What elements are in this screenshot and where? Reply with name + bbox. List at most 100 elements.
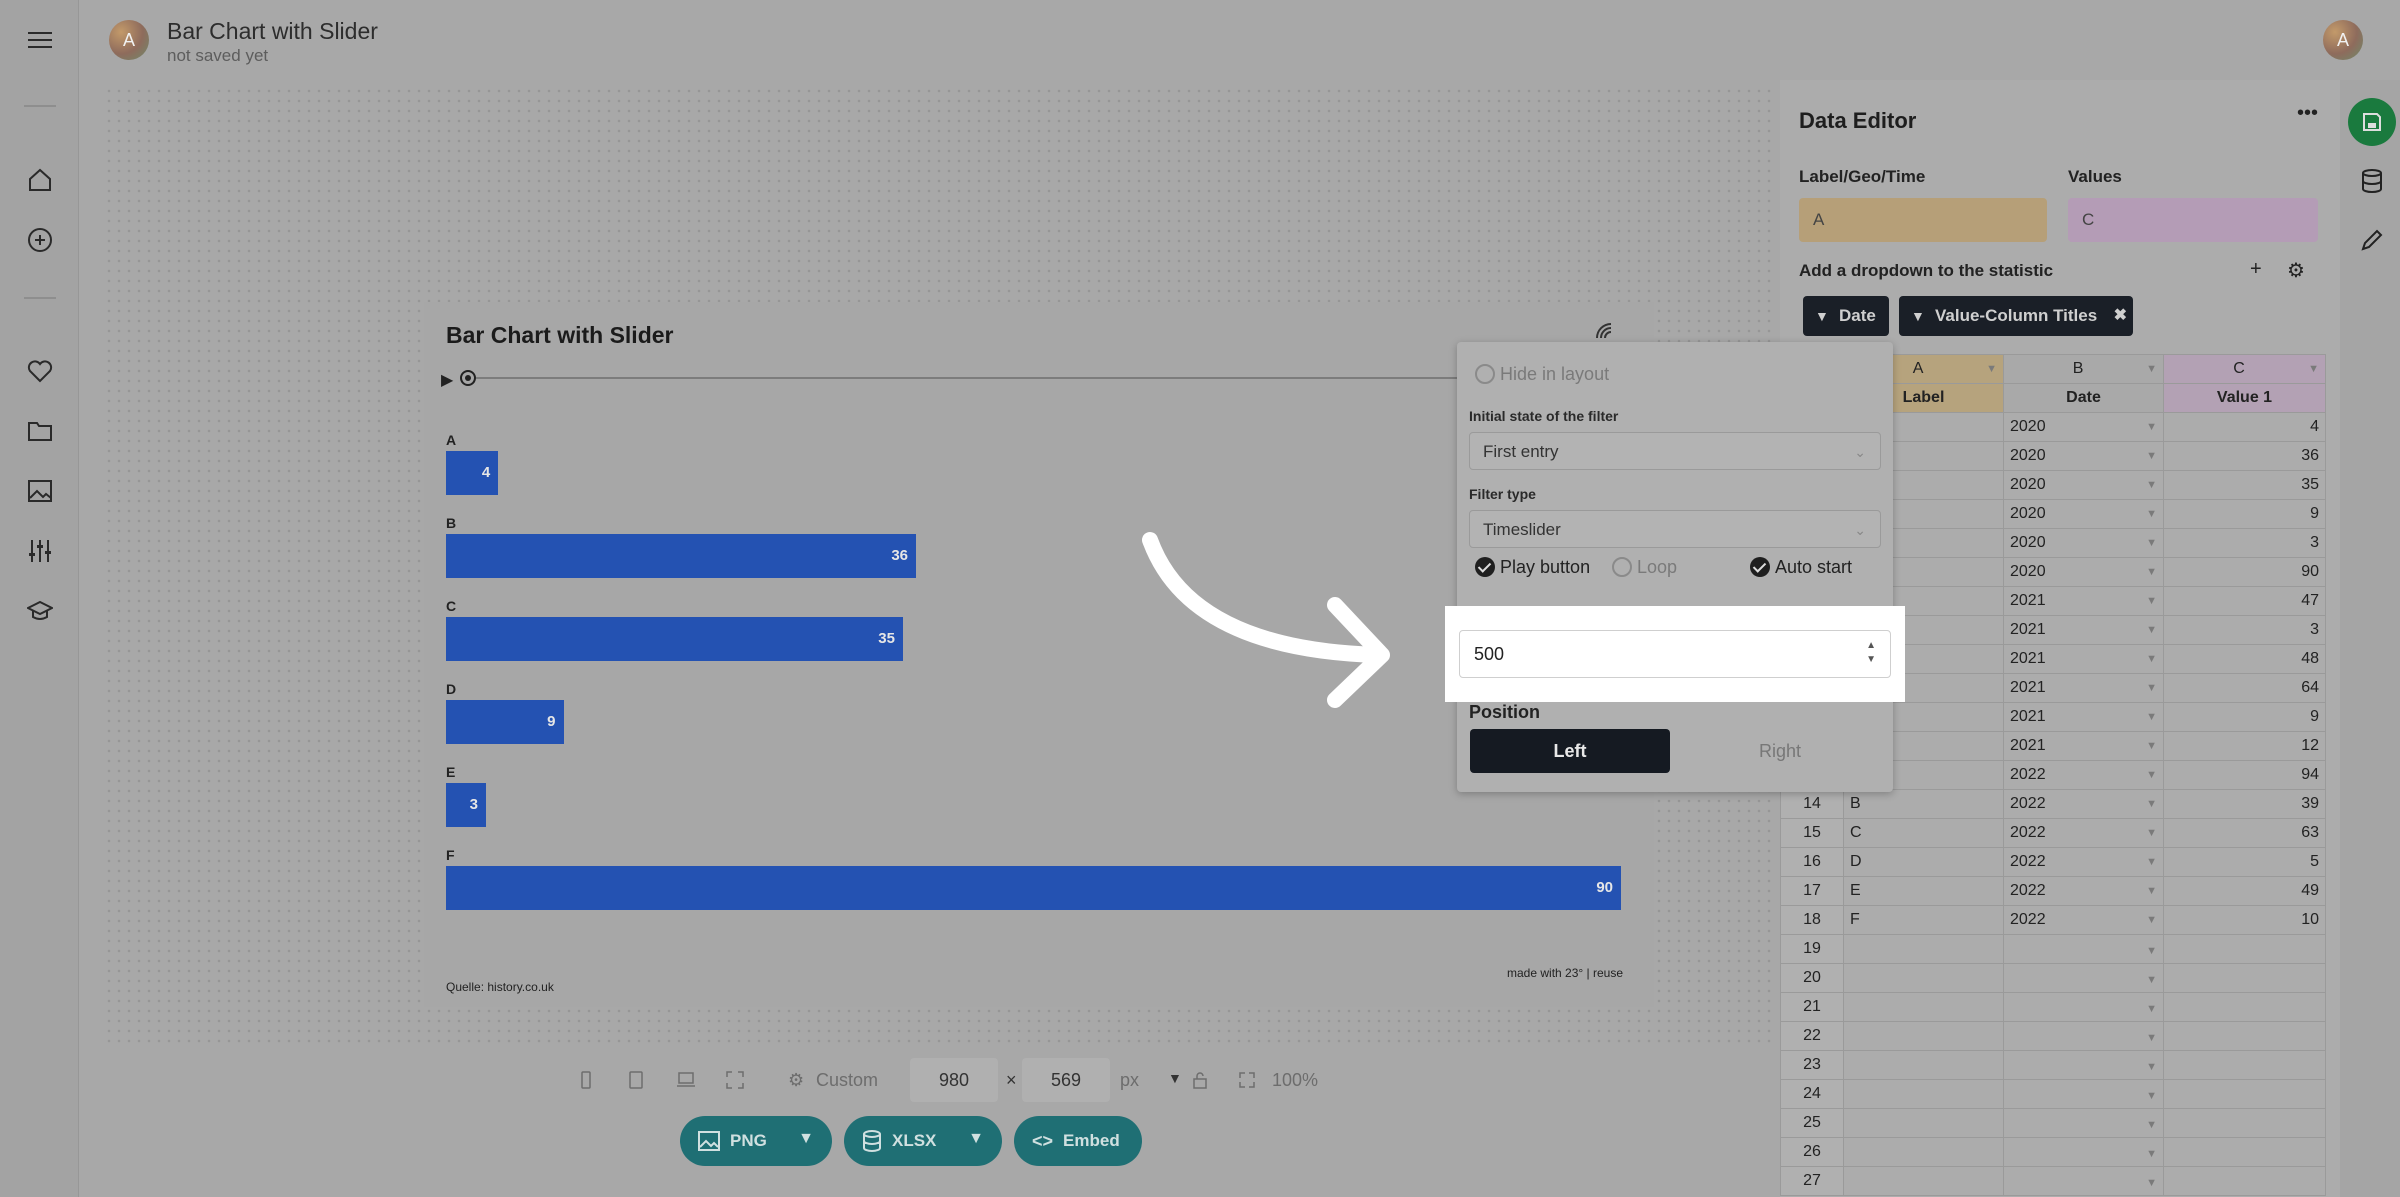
- filter-type-select[interactable]: Timeslider ⌄: [1469, 510, 1881, 548]
- folder-icon[interactable]: [24, 415, 56, 447]
- date-cell[interactable]: 2022 ▼: [2003, 905, 2164, 935]
- value-cell[interactable]: 49: [2163, 876, 2326, 906]
- value-cell[interactable]: 47: [2163, 586, 2326, 616]
- date-cell[interactable]: 2021 ▼: [2003, 731, 2164, 761]
- date-cell[interactable]: ▼: [2003, 992, 2164, 1022]
- date-cell[interactable]: ▼: [2003, 1166, 2164, 1196]
- date-cell[interactable]: 2020 ▼: [2003, 499, 2164, 529]
- graduation-cap-icon[interactable]: [24, 595, 56, 627]
- row-number[interactable]: 22: [1780, 1021, 1844, 1051]
- row-number[interactable]: 14: [1780, 789, 1844, 819]
- gear-icon[interactable]: ⚙: [2287, 258, 2305, 283]
- date-cell[interactable]: 2021 ▼: [2003, 702, 2164, 732]
- value-cell[interactable]: [2163, 963, 2326, 993]
- label-cell[interactable]: [1843, 1050, 2004, 1080]
- value-cell[interactable]: 9: [2163, 499, 2326, 529]
- date-cell[interactable]: 2021 ▼: [2003, 586, 2164, 616]
- number-stepper[interactable]: ▲ ▼: [1866, 639, 1876, 667]
- row-number[interactable]: 18: [1780, 905, 1844, 935]
- interval-input[interactable]: 500 ▲ ▼: [1459, 630, 1891, 678]
- value-cell[interactable]: [2163, 1079, 2326, 1109]
- stepper-down-icon[interactable]: ▼: [1866, 653, 1876, 667]
- value-cell[interactable]: [2163, 1166, 2326, 1196]
- export-png-button[interactable]: PNG ▼: [680, 1116, 832, 1166]
- date-cell[interactable]: 2021 ▼: [2003, 615, 2164, 645]
- made-with-link[interactable]: made with 23° | reuse: [1507, 966, 1623, 980]
- add-icon[interactable]: [24, 224, 56, 256]
- stepper-up-icon[interactable]: ▲: [1866, 639, 1876, 653]
- date-cell[interactable]: 2022 ▼: [2003, 818, 2164, 848]
- label-cell[interactable]: F: [1843, 905, 2004, 935]
- value-cell[interactable]: [2163, 934, 2326, 964]
- row-number[interactable]: 26: [1780, 1137, 1844, 1167]
- fullscreen-icon[interactable]: [726, 1071, 744, 1089]
- column-letter-b[interactable]: B ▼: [2003, 354, 2164, 384]
- menu-icon[interactable]: [24, 24, 56, 56]
- value-cell[interactable]: 4: [2163, 412, 2326, 442]
- gear-icon[interactable]: ⚙: [788, 1070, 804, 1091]
- auto-start-option[interactable]: Auto start: [1750, 556, 1852, 578]
- label-cell[interactable]: [1843, 1079, 2004, 1109]
- label-cell[interactable]: [1843, 1108, 2004, 1138]
- zoom-level[interactable]: 100%: [1272, 1070, 1318, 1091]
- bar[interactable]: 36: [446, 534, 916, 578]
- export-xlsx-button[interactable]: XLSX ▼: [844, 1116, 1002, 1166]
- value-cell[interactable]: 3: [2163, 615, 2326, 645]
- label-cell[interactable]: [1843, 934, 2004, 964]
- time-slider-handle[interactable]: [460, 370, 476, 386]
- embed-button[interactable]: <> Embed: [1014, 1116, 1142, 1166]
- more-options-icon[interactable]: •••: [2297, 102, 2318, 125]
- date-cell[interactable]: 2021 ▼: [2003, 673, 2164, 703]
- custom-size-label[interactable]: Custom: [816, 1070, 878, 1091]
- label-cell[interactable]: [1843, 1021, 2004, 1051]
- save-button[interactable]: [2348, 98, 2396, 146]
- loop-option[interactable]: Loop: [1612, 556, 1677, 578]
- row-number[interactable]: 25: [1780, 1108, 1844, 1138]
- row-number[interactable]: 23: [1780, 1050, 1844, 1080]
- date-cell[interactable]: ▼: [2003, 934, 2164, 964]
- value-cell[interactable]: [2163, 1050, 2326, 1080]
- label-column-selector[interactable]: A: [1799, 198, 2047, 242]
- bar[interactable]: 90: [446, 866, 1621, 910]
- date-cell[interactable]: 2020 ▼: [2003, 557, 2164, 587]
- value-cell[interactable]: [2163, 992, 2326, 1022]
- bar[interactable]: 35: [446, 617, 903, 661]
- label-cell[interactable]: [1843, 963, 2004, 993]
- chevron-down-icon[interactable]: ▼: [968, 1130, 984, 1148]
- label-cell[interactable]: B: [1843, 789, 2004, 819]
- laptop-icon[interactable]: [676, 1071, 696, 1089]
- value-cell[interactable]: [2163, 1021, 2326, 1051]
- label-cell[interactable]: C: [1843, 818, 2004, 848]
- tablet-icon[interactable]: [628, 1071, 644, 1089]
- position-left-button[interactable]: Left: [1470, 729, 1670, 773]
- row-number[interactable]: 15: [1780, 818, 1844, 848]
- column-header-date[interactable]: Date: [2003, 383, 2164, 413]
- value-cell[interactable]: 94: [2163, 760, 2326, 790]
- label-cell[interactable]: [1843, 1137, 2004, 1167]
- value-cell[interactable]: 10: [2163, 905, 2326, 935]
- chevron-down-icon[interactable]: ▼: [798, 1130, 814, 1148]
- value-cell[interactable]: 48: [2163, 644, 2326, 674]
- values-column-selector[interactable]: C: [2068, 198, 2318, 242]
- value-cell[interactable]: [2163, 1137, 2326, 1167]
- heart-icon[interactable]: [24, 355, 56, 387]
- column-header-value[interactable]: Value 1: [2163, 383, 2326, 413]
- document-title[interactable]: Bar Chart with Slider: [167, 18, 378, 45]
- play-button-option[interactable]: Play button: [1475, 556, 1590, 578]
- row-number[interactable]: 19: [1780, 934, 1844, 964]
- hide-in-layout-option[interactable]: Hide in layout: [1475, 363, 1609, 385]
- position-right-button[interactable]: Right: [1680, 729, 1880, 773]
- home-icon[interactable]: [24, 164, 56, 196]
- value-cell[interactable]: 64: [2163, 673, 2326, 703]
- value-cell[interactable]: 12: [2163, 731, 2326, 761]
- row-number[interactable]: 21: [1780, 992, 1844, 1022]
- chip-value-column-titles[interactable]: ▼ Value-Column Titles ✖: [1899, 296, 2133, 336]
- column-letter-c[interactable]: C ▼: [2163, 354, 2326, 384]
- date-cell[interactable]: ▼: [2003, 1108, 2164, 1138]
- date-cell[interactable]: 2020 ▼: [2003, 528, 2164, 558]
- value-cell[interactable]: 35: [2163, 470, 2326, 500]
- image-icon[interactable]: [24, 475, 56, 507]
- date-cell[interactable]: ▼: [2003, 1079, 2164, 1109]
- pencil-icon[interactable]: [2360, 228, 2384, 257]
- date-cell[interactable]: 2022 ▼: [2003, 847, 2164, 877]
